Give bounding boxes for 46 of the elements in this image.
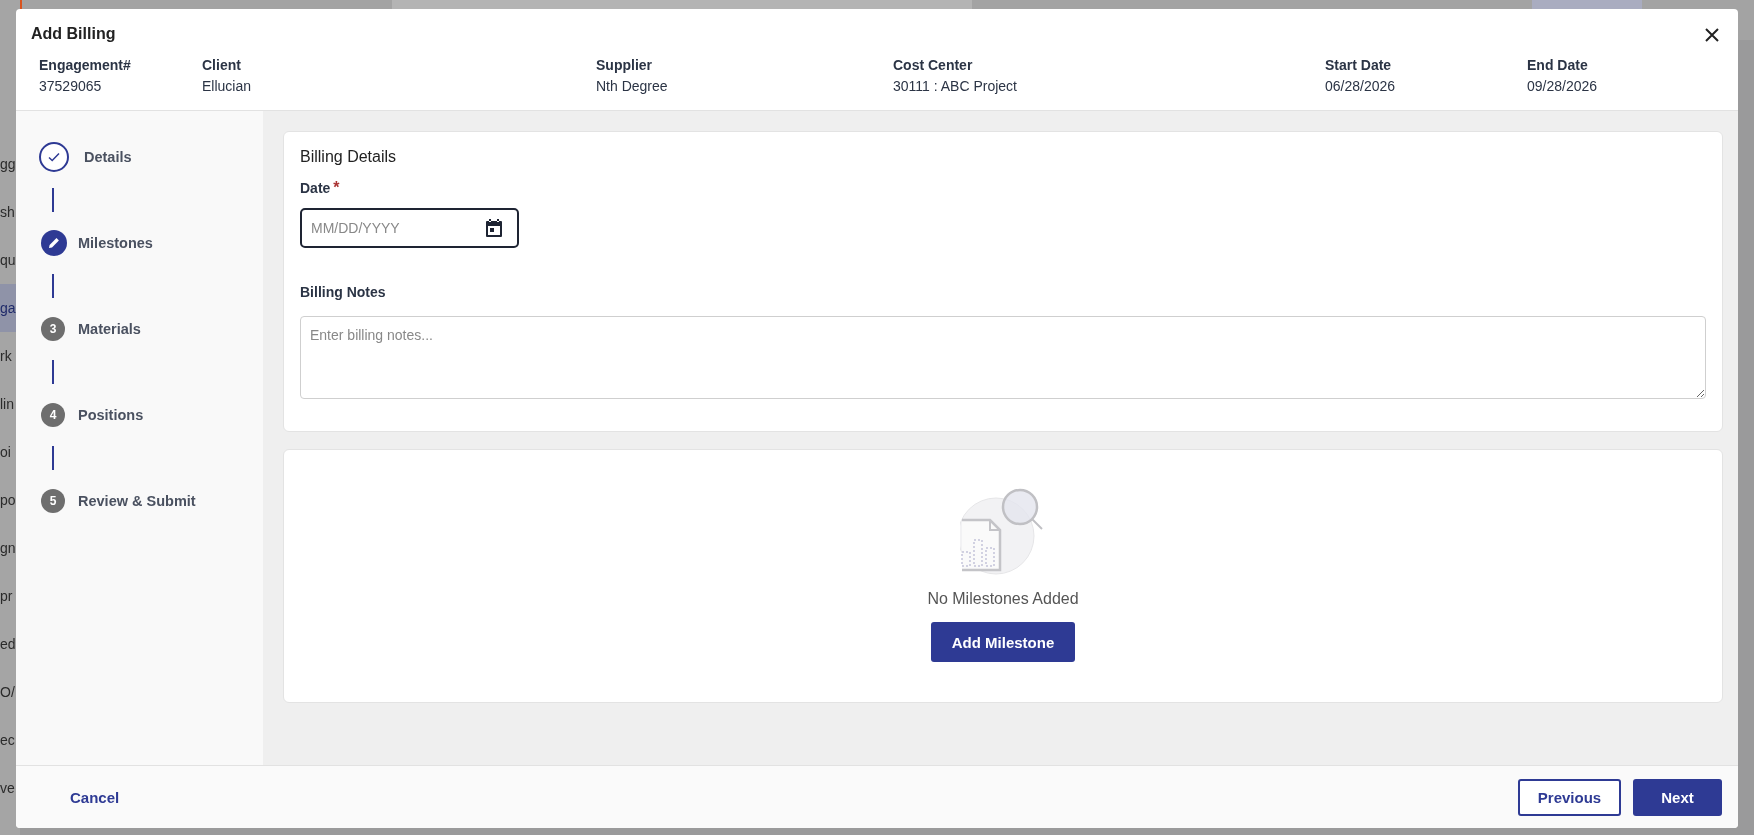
step-label[interactable]: Details xyxy=(84,149,132,165)
sidebar-item[interactable]: ve xyxy=(0,764,20,812)
step-label[interactable]: Milestones xyxy=(78,235,153,251)
summary-label: Cost Center xyxy=(893,57,974,73)
next-button[interactable]: Next xyxy=(1633,778,1722,816)
summary-value: 06/28/2026 xyxy=(1325,78,1397,94)
step-label[interactable]: Positions xyxy=(78,407,144,423)
step-label[interactable]: Review & Submit xyxy=(78,493,196,509)
summary-label: Start Date xyxy=(1325,57,1393,73)
empty-state-text: No Milestones Added xyxy=(927,590,1079,608)
add-milestone-button[interactable]: Add Milestone xyxy=(931,622,1075,662)
step-number: 5 xyxy=(41,489,65,513)
sidebar-item[interactable]: oi xyxy=(0,428,20,476)
sidebar-item[interactable]: pr xyxy=(0,572,20,620)
step-number: 3 xyxy=(41,317,65,341)
sidebar-item[interactable]: po xyxy=(0,476,20,524)
step-number: 4 xyxy=(41,403,65,427)
summary-label: Supplier xyxy=(596,57,653,73)
summary-value: Ellucian xyxy=(202,78,253,94)
sidebar-item[interactable]: sh xyxy=(0,188,20,236)
sidebar-item[interactable]: ec xyxy=(0,716,20,764)
field-label: Date xyxy=(300,180,331,196)
date-field[interactable]: MM/DD/YYYY xyxy=(300,208,519,248)
calendar-icon[interactable] xyxy=(485,218,503,238)
cancel-button[interactable]: Cancel xyxy=(54,782,136,812)
summary-value: 09/28/2026 xyxy=(1527,78,1599,94)
sidebar-item[interactable]: gg xyxy=(0,140,20,188)
sidebar-item[interactable]: rk xyxy=(0,332,20,380)
billing-notes-field[interactable]: Enter billing notes... xyxy=(300,316,1706,399)
sidebar-item[interactable]: /O xyxy=(0,668,20,716)
sidebar-item[interactable]: gn xyxy=(0,524,20,572)
summary-label: Engagement# xyxy=(39,57,132,73)
sidebar-item[interactable]: ed xyxy=(0,620,20,668)
sidebar-item[interactable]: lin xyxy=(0,380,20,428)
summary-label: Client xyxy=(202,57,242,73)
required-mark: * xyxy=(333,180,340,196)
dialog-title: Add Billing xyxy=(31,25,116,43)
card-title: Billing Details xyxy=(300,148,397,166)
step-label[interactable]: Materials xyxy=(78,321,141,337)
summary-value: Nth Degree xyxy=(596,78,669,94)
summary-label: End Date xyxy=(1527,57,1589,73)
field-label: Billing Notes xyxy=(300,284,386,300)
sidebar-item[interactable]: qu xyxy=(0,236,20,284)
previous-button[interactable]: Previous xyxy=(1518,778,1621,816)
summary-value: 30111 : ABC Project xyxy=(893,78,1018,94)
summary-value: 37529065 xyxy=(39,78,103,94)
